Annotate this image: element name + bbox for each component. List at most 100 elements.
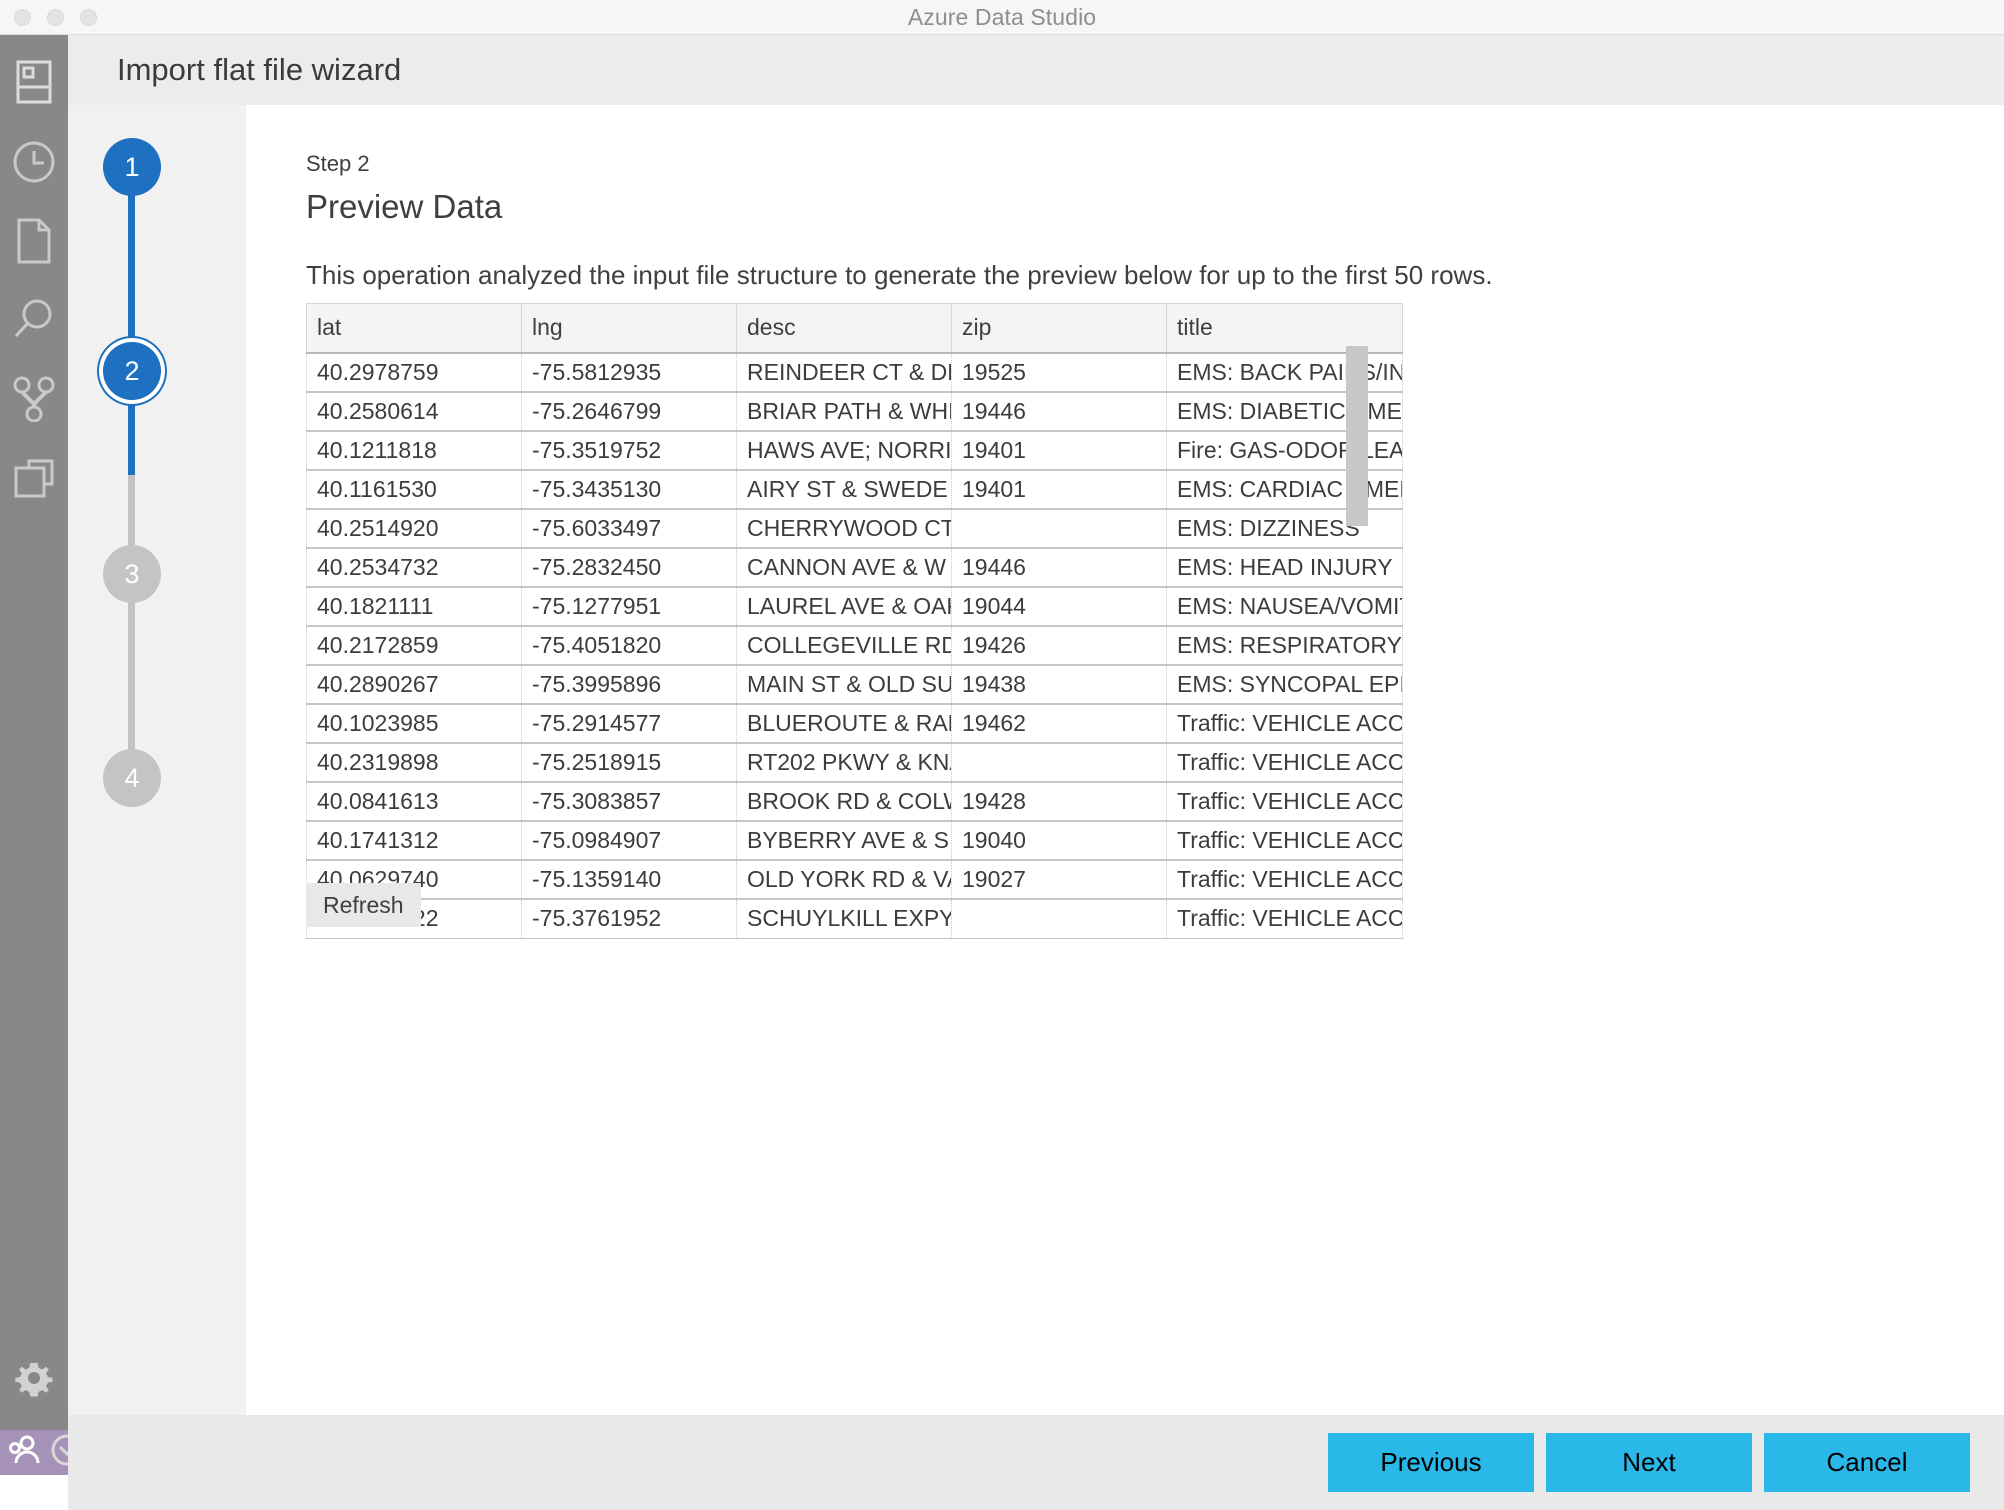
wizard-footer: Previous Next Cancel — [68, 1415, 2004, 1510]
table-cell-zip[interactable] — [951, 743, 1167, 783]
step-indicator-3[interactable]: 3 — [103, 545, 161, 603]
table-cell-lng[interactable]: -75.2518915 — [521, 743, 737, 783]
table-cell-desc[interactable]: BRIAR PATH & WHITE... — [736, 392, 952, 432]
column-header-lat[interactable]: lat — [306, 303, 522, 354]
previous-button[interactable]: Previous — [1328, 1433, 1534, 1492]
table-cell-lat[interactable]: 40.0841613 — [306, 782, 522, 822]
table-row[interactable]: 40.1821111-75.1277951LAUREL AVE & OAKDA.… — [306, 587, 1403, 627]
table-cell-desc[interactable]: OLD YORK RD & VALLE... — [736, 860, 952, 900]
table-cell-desc[interactable]: BROOK RD & COLWEL... — [736, 782, 952, 822]
table-row[interactable]: 40.1741312-75.0984907BYBERRY AVE & S WA.… — [306, 821, 1403, 861]
table-cell-lat[interactable]: 40.2534732 — [306, 548, 522, 588]
preview-table-scrollbar[interactable] — [1346, 346, 1368, 916]
table-cell-zip[interactable] — [951, 899, 1167, 939]
table-cell-desc[interactable]: BYBERRY AVE & S WA... — [736, 821, 952, 861]
table-cell-zip[interactable]: 19027 — [951, 860, 1167, 900]
table-cell-lat[interactable]: 40.2978759 — [306, 353, 522, 393]
table-cell-lng[interactable]: -75.4051820 — [521, 626, 737, 666]
table-row[interactable]: 40.2978759-75.5812935REINDEER CT & DEAD … — [306, 353, 1403, 393]
table-cell-desc[interactable]: RT202 PKWY & KNAPP... — [736, 743, 952, 783]
table-cell-lng[interactable]: -75.5812935 — [521, 353, 737, 393]
table-cell-lng[interactable]: -75.3995896 — [521, 665, 737, 705]
step-indicator-1[interactable]: 1 — [103, 138, 161, 196]
table-row[interactable]: 40.0629740-75.1359140OLD YORK RD & VALLE… — [306, 860, 1403, 900]
table-cell-lng[interactable]: -75.2914577 — [521, 704, 737, 744]
table-cell-desc[interactable]: BLUEROUTE & RAMP I... — [736, 704, 952, 744]
wizard-content-card: Step 2 Preview Data This operation analy… — [246, 105, 2004, 1415]
table-cell-desc[interactable]: SCHUYLKILL EXPY & C... — [736, 899, 952, 939]
table-cell-lng[interactable]: -75.2832450 — [521, 548, 737, 588]
cancel-button[interactable]: Cancel — [1764, 1433, 1970, 1492]
table-cell-zip[interactable] — [951, 509, 1167, 549]
table-row[interactable]: 40.1211818-75.3519752HAWS AVE; NORRISTO.… — [306, 431, 1403, 471]
file-icon[interactable] — [0, 207, 68, 275]
table-cell-lng[interactable]: -75.0984907 — [521, 821, 737, 861]
table-cell-lat[interactable]: 40.2172859 — [306, 626, 522, 666]
column-header-desc[interactable]: desc — [736, 303, 952, 354]
table-cell-desc[interactable]: LAUREL AVE & OAKDA... — [736, 587, 952, 627]
servers-icon[interactable] — [0, 48, 68, 116]
table-cell-zip[interactable]: 19525 — [951, 353, 1167, 393]
table-cell-zip[interactable]: 19446 — [951, 392, 1167, 432]
table-cell-lng[interactable]: -75.6033497 — [521, 509, 737, 549]
table-cell-desc[interactable]: HAWS AVE; NORRISTO... — [736, 431, 952, 471]
refresh-button[interactable]: Refresh — [306, 883, 421, 927]
table-cell-desc[interactable]: CHERRYWOOD CT & D... — [736, 509, 952, 549]
step-indicator-4[interactable]: 4 — [103, 749, 161, 807]
table-cell-desc[interactable]: CANNON AVE & W 9TH... — [736, 548, 952, 588]
table-cell-desc[interactable]: REINDEER CT & DEAD ... — [736, 353, 952, 393]
table-cell-zip[interactable]: 19446 — [951, 548, 1167, 588]
table-row[interactable]: 40.2319898-75.2518915RT202 PKWY & KNAPP.… — [306, 743, 1403, 783]
wizard-title: Import flat file wizard — [117, 52, 402, 87]
table-cell-lng[interactable]: -75.1359140 — [521, 860, 737, 900]
table-cell-lat[interactable]: 40.2580614 — [306, 392, 522, 432]
table-row[interactable]: 40.2172859-75.4051820COLLEGEVILLE RD & L… — [306, 626, 1403, 666]
history-icon[interactable] — [0, 128, 68, 196]
table-cell-zip[interactable]: 19462 — [951, 704, 1167, 744]
table-cell-lng[interactable]: -75.3519752 — [521, 431, 737, 471]
table-cell-lat[interactable]: 40.2890267 — [306, 665, 522, 705]
table-cell-lat[interactable]: 40.1161530 — [306, 470, 522, 510]
table-cell-lat[interactable]: 40.1741312 — [306, 821, 522, 861]
table-cell-zip[interactable]: 19426 — [951, 626, 1167, 666]
table-cell-lng[interactable]: -75.3083857 — [521, 782, 737, 822]
window-title: Azure Data Studio — [907, 4, 1097, 30]
table-row[interactable]: 40.1023985-75.2914577BLUEROUTE & RAMP I.… — [306, 704, 1403, 744]
table-cell-lng[interactable]: -75.3761952 — [521, 899, 737, 939]
search-icon[interactable] — [0, 285, 68, 353]
table-cell-desc[interactable]: MAIN ST & OLD SUMN... — [736, 665, 952, 705]
extensions-icon[interactable] — [0, 445, 68, 513]
next-button[interactable]: Next — [1546, 1433, 1752, 1492]
sync-badge-icon[interactable] — [50, 1433, 68, 1472]
table-cell-zip[interactable]: 19438 — [951, 665, 1167, 705]
table-cell-zip[interactable]: 19428 — [951, 782, 1167, 822]
table-cell-lng[interactable]: -75.1277951 — [521, 587, 737, 627]
table-cell-zip[interactable]: 19040 — [951, 821, 1167, 861]
table-cell-lat[interactable]: 40.1821111 — [306, 587, 522, 627]
table-row[interactable]: 40.0972222-75.3761952SCHUYLKILL EXPY & C… — [306, 899, 1403, 939]
table-row[interactable]: 40.2890267-75.3995896MAIN ST & OLD SUMN.… — [306, 665, 1403, 705]
table-cell-lng[interactable]: -75.3435130 — [521, 470, 737, 510]
table-cell-lat[interactable]: 40.2514920 — [306, 509, 522, 549]
table-cell-lng[interactable]: -75.2646799 — [521, 392, 737, 432]
table-cell-zip[interactable]: 19401 — [951, 470, 1167, 510]
table-cell-desc[interactable]: AIRY ST & SWEDE ST; ... — [736, 470, 952, 510]
table-cell-lat[interactable]: 40.2319898 — [306, 743, 522, 783]
gear-icon[interactable] — [0, 1344, 68, 1412]
column-header-lng[interactable]: lng — [521, 303, 737, 354]
table-row[interactable]: 40.2580614-75.2646799BRIAR PATH & WHITE.… — [306, 392, 1403, 432]
table-row[interactable]: 40.0841613-75.3083857BROOK RD & COLWEL..… — [306, 782, 1403, 822]
table-cell-zip[interactable]: 19401 — [951, 431, 1167, 471]
step-indicator-2[interactable]: 2 — [103, 342, 161, 400]
table-row[interactable]: 40.2534732-75.2832450CANNON AVE & W 9TH.… — [306, 548, 1403, 588]
table-cell-lat[interactable]: 40.1211818 — [306, 431, 522, 471]
source-control-icon[interactable] — [0, 365, 68, 433]
account-icon[interactable] — [8, 1433, 42, 1472]
table-cell-desc[interactable]: COLLEGEVILLE RD & L... — [736, 626, 952, 666]
column-header-zip[interactable]: zip — [951, 303, 1167, 354]
table-row[interactable]: 40.2514920-75.6033497CHERRYWOOD CT & D..… — [306, 509, 1403, 549]
table-cell-zip[interactable]: 19044 — [951, 587, 1167, 627]
table-row[interactable]: 40.1161530-75.3435130AIRY ST & SWEDE ST;… — [306, 470, 1403, 510]
table-cell-lat[interactable]: 40.1023985 — [306, 704, 522, 744]
scrollbar-thumb[interactable] — [1346, 346, 1368, 526]
